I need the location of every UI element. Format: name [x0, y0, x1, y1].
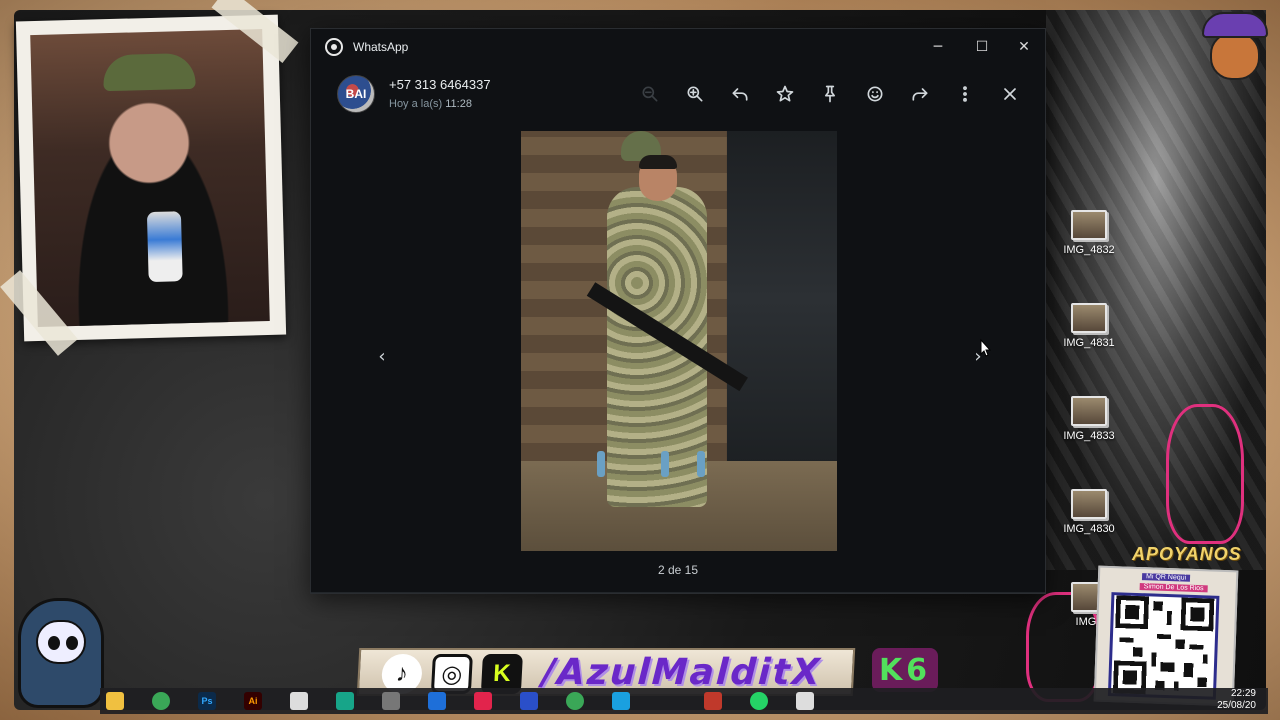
window-title: WhatsApp	[353, 40, 409, 54]
microphone-icon	[146, 211, 183, 283]
time-prefix: Hoy a la(s)	[389, 98, 443, 110]
zoom-in-icon	[687, 86, 703, 102]
image-file-icon	[1071, 210, 1107, 240]
forward-icon	[912, 88, 928, 101]
zoom-in-button[interactable]	[680, 79, 710, 109]
chrome-icon[interactable]	[566, 692, 584, 710]
desktop-icon[interactable]: IMG_4831	[1054, 303, 1124, 349]
zoom-out-button[interactable]	[635, 79, 665, 109]
image-file-icon	[1071, 396, 1107, 426]
illustrator-icon[interactable]: Ai	[244, 692, 262, 710]
app-icon[interactable]	[704, 692, 722, 710]
system-clock[interactable]: 22:29 25/08/20	[1217, 688, 1256, 712]
reaper-mascot	[8, 594, 114, 712]
webcam-frame	[15, 14, 287, 342]
pin-icon	[825, 85, 835, 103]
avatar[interactable]: BAI	[337, 75, 375, 113]
webcam-feed	[30, 29, 270, 328]
mascot-eye	[48, 636, 60, 650]
tiktok-icon[interactable]	[474, 692, 492, 710]
window-close-button[interactable]: ✕	[1003, 33, 1045, 61]
reply-button[interactable]	[725, 79, 755, 109]
mouse-cursor-icon	[980, 338, 992, 357]
app-icon[interactable]	[336, 692, 354, 710]
photo-bottle	[661, 451, 669, 477]
app-icon[interactable]	[520, 692, 538, 710]
qr-label: Mi QR Nequi	[1141, 573, 1191, 582]
mascot-face	[1210, 32, 1260, 80]
photo-bottle	[597, 451, 605, 477]
contact-name[interactable]: +57 313 6464337	[389, 77, 491, 92]
reply-icon	[732, 88, 748, 101]
photo-bottle	[697, 451, 705, 477]
photo-soldier-hair	[639, 155, 677, 169]
whatsapp-window: WhatsApp ─ ☐ ✕ BAI +57 313 6464337 Hoy a…	[310, 28, 1046, 594]
taskbar: Ps Ai 22:29 25/08/20	[100, 688, 1268, 714]
maximize-button[interactable]: ☐	[961, 33, 1003, 61]
close-icon	[1004, 88, 1016, 100]
app-icon[interactable]	[428, 692, 446, 710]
desktop-icon[interactable]: IMG_4830	[1054, 489, 1124, 535]
monkey-mascot	[1196, 6, 1274, 86]
zoom-out-icon	[642, 86, 658, 102]
mascot-eye	[66, 636, 78, 650]
avatar-text: BAI	[345, 87, 367, 101]
whatsapp-icon[interactable]	[750, 692, 768, 710]
clock-date: 25/08/20	[1217, 700, 1256, 711]
qr-code-icon	[1107, 592, 1220, 700]
webcam-cap	[102, 52, 196, 92]
image-file-icon	[1071, 489, 1107, 519]
app-icon[interactable]	[382, 692, 400, 710]
desktop-icon-label: IMG_4833	[1063, 430, 1115, 442]
desktop-icon[interactable]: IMG_4833	[1054, 396, 1124, 442]
app-icon[interactable]	[612, 692, 630, 710]
support-title: APOYANOS	[1132, 544, 1242, 564]
photoshop-icon[interactable]: Ps	[198, 692, 216, 710]
more-icon	[963, 86, 967, 102]
star-button[interactable]	[770, 79, 800, 109]
desktop-icon-label: IMG_4830	[1063, 523, 1115, 535]
file-explorer-icon[interactable]	[106, 692, 124, 710]
app-icon[interactable]	[290, 692, 308, 710]
qr-sub-label: Simon De Los Rios	[1139, 583, 1208, 593]
divider	[311, 592, 1045, 593]
qr-card: Mi QR Nequi Simon De Los Rios	[1093, 565, 1239, 707]
more-options-button[interactable]	[950, 79, 980, 109]
media-viewer-header: BAI +57 313 6464337 Hoy a la(s) 11:28	[311, 69, 1045, 121]
desktop-icon-label: IMG_4831	[1063, 337, 1115, 349]
star-icon	[776, 85, 794, 102]
media-counter: 2 de 15	[657, 563, 699, 577]
app-icon[interactable]	[796, 692, 814, 710]
chrome-icon[interactable]	[152, 692, 170, 710]
k6-badge: K6	[872, 648, 938, 692]
minimize-button[interactable]: ─	[917, 33, 959, 61]
close-viewer-button[interactable]	[995, 79, 1025, 109]
forward-button[interactable]	[905, 79, 935, 109]
time-value: 11:28	[445, 98, 472, 110]
media-image[interactable]	[521, 131, 837, 551]
image-file-icon	[1071, 303, 1107, 333]
desktop-icon-label: IMG_4832	[1063, 244, 1115, 256]
desktop-icon[interactable]: IMG_4832	[1054, 210, 1124, 256]
previous-media-button[interactable]: ‹	[367, 341, 397, 371]
whatsapp-logo-icon	[325, 38, 343, 56]
message-time: Hoy a la(s) 11:28	[389, 98, 472, 110]
mascot-skull	[36, 620, 86, 664]
pin-button[interactable]	[815, 79, 845, 109]
clock-time: 22:29	[1230, 688, 1256, 699]
react-button[interactable]	[860, 79, 890, 109]
emoji-icon	[867, 86, 883, 102]
pink-devil-decoration	[1166, 404, 1244, 544]
mascot-hat	[1202, 12, 1268, 38]
